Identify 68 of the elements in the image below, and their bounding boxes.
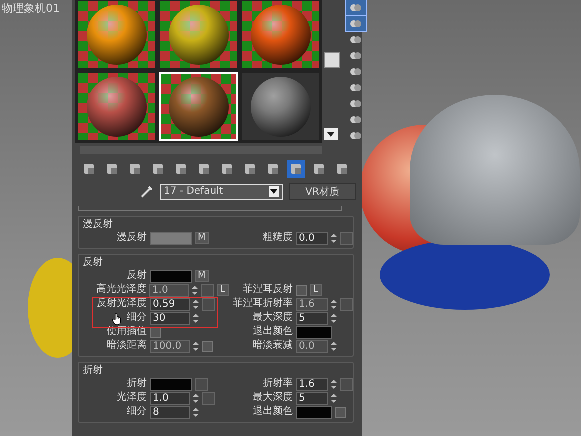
- number-field[interactable]: 1.0: [150, 392, 190, 404]
- spinner-arrows-icon[interactable]: [331, 312, 337, 324]
- spinner-arrows-icon[interactable]: [193, 392, 199, 404]
- checkbox[interactable]: [335, 406, 346, 418]
- material-slot[interactable]: [241, 0, 320, 69]
- tool-icon[interactable]: [346, 16, 366, 31]
- parameter-label: 暗淡距离: [107, 340, 147, 352]
- parameter-label: 细分: [127, 406, 147, 418]
- color-swatch[interactable]: [296, 326, 332, 338]
- parameter-label: 漫反射: [117, 232, 147, 244]
- viewport-label: 物理象机01: [2, 1, 60, 16]
- parameter-label: 高光光泽度: [96, 284, 146, 296]
- eyedropper-icon[interactable]: [140, 184, 154, 198]
- color-swatch[interactable]: [150, 270, 192, 282]
- number-field[interactable]: 30: [150, 312, 190, 324]
- parameter-label: 最大深度: [253, 392, 293, 404]
- spinner-arrows-icon[interactable]: [331, 392, 337, 404]
- material-type-button[interactable]: VR材质: [289, 183, 356, 200]
- map-button[interactable]: M: [195, 232, 209, 244]
- material-slot[interactable]: [77, 0, 156, 69]
- spinner-arrows-icon[interactable]: [193, 406, 199, 418]
- material-slot[interactable]: [159, 0, 238, 69]
- spinner-arrows-icon[interactable]: [193, 298, 199, 310]
- parameter-label: 折射率: [263, 378, 293, 390]
- parameter-label: 折射: [127, 378, 147, 390]
- number-field[interactable]: 5: [296, 312, 328, 324]
- spinner-arrows-icon[interactable]: [331, 232, 337, 244]
- parameter-label: 细分: [127, 312, 147, 324]
- group-title: 折射: [83, 364, 103, 377]
- map-button[interactable]: M: [195, 270, 209, 282]
- lock-button[interactable]: L: [310, 284, 322, 296]
- number-field[interactable]: 8: [150, 406, 190, 418]
- spinner-arrows-icon[interactable]: [331, 340, 337, 352]
- group-title: 反射: [83, 256, 103, 269]
- spinner-arrows-icon[interactable]: [193, 340, 199, 352]
- parameter-label: 退出颜色: [253, 326, 293, 338]
- spinner-arrows-icon[interactable]: [193, 312, 199, 324]
- color-swatch[interactable]: [296, 406, 332, 418]
- parameter-label: 光泽度: [117, 392, 147, 404]
- checkbox[interactable]: [296, 284, 307, 296]
- material-slot[interactable]: [77, 72, 156, 141]
- parameter-label: 菲涅耳反射: [243, 284, 293, 296]
- spinner-arrows-icon[interactable]: [192, 284, 198, 296]
- parameter-label: 粗糙度: [263, 232, 293, 244]
- number-field[interactable]: 5: [296, 392, 328, 404]
- parameter-label: 反射光泽度: [97, 298, 147, 310]
- hand-cursor-icon: [112, 313, 123, 326]
- number-field[interactable]: 1.6: [296, 378, 328, 390]
- checkbox[interactable]: [150, 326, 161, 338]
- background-button[interactable]: [324, 52, 340, 68]
- color-swatch[interactable]: [150, 378, 192, 390]
- parameter-label: 退出颜色: [253, 406, 293, 418]
- toolbar-icon[interactable]: [287, 160, 305, 178]
- spinner-arrows-icon[interactable]: [331, 378, 337, 390]
- material-name-field[interactable]: 17 - Default: [160, 184, 283, 200]
- parameter-label: 菲涅耳折射率: [233, 298, 293, 310]
- dropdown-icon: [269, 186, 279, 197]
- caret-icon: [327, 132, 335, 136]
- parameter-label: 最大深度: [253, 312, 293, 324]
- number-field[interactable]: 0.59: [150, 298, 190, 310]
- color-swatch[interactable]: [150, 232, 192, 244]
- tool-icon[interactable]: [346, 0, 366, 15]
- scroll-down-button[interactable]: [324, 128, 338, 140]
- group-title: 漫反射: [83, 218, 113, 231]
- number-field[interactable]: 0.0: [296, 232, 328, 244]
- parameter-label: 反射: [127, 270, 147, 282]
- spinner-arrows-icon[interactable]: [331, 298, 337, 310]
- parameter-label: 暗淡衰减: [253, 340, 293, 352]
